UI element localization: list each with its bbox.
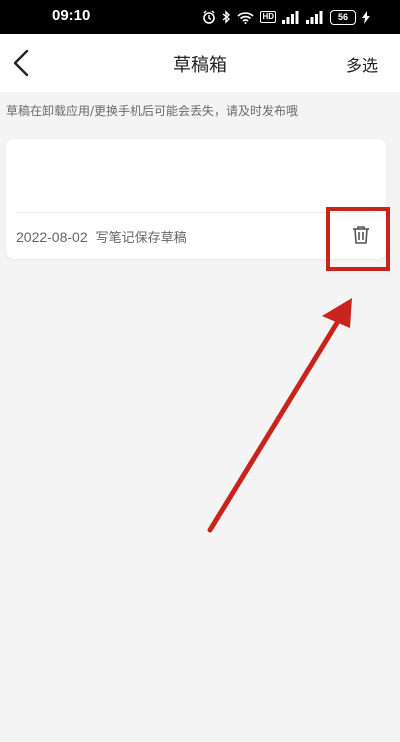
hd-icon: HD — [260, 11, 276, 23]
status-bar: 09:10 HD 56 — [0, 0, 400, 34]
signal-icon — [282, 10, 300, 24]
status-time: 09:10 — [52, 7, 91, 24]
charging-icon — [362, 10, 370, 24]
alarm-icon — [202, 10, 216, 24]
status-icons: HD 56 — [202, 7, 370, 27]
highlight-box — [326, 207, 390, 271]
multi-select-button[interactable]: 多选 — [346, 52, 378, 76]
nav-bar: 草稿箱 多选 — [0, 34, 400, 92]
draft-date: 2022-08-02 — [16, 229, 88, 245]
signal-icon — [306, 10, 324, 24]
wifi-icon — [237, 11, 255, 24]
notice-text: 草稿在卸载应用/更换手机后可能会丢失，请及时发布哦 — [6, 104, 299, 118]
battery-icon: 56 — [330, 9, 356, 25]
draft-label: 写笔记保存草稿 — [95, 231, 187, 246]
bluetooth-icon — [222, 10, 231, 24]
page-title: 草稿箱 — [173, 55, 227, 76]
drafts-content: 草稿在卸载应用/更换手机后可能会丢失，请及时发布哦 2022-08-02 写笔记保… — [0, 92, 400, 742]
draft-meta: 2022-08-02 写笔记保存草稿 — [16, 227, 187, 246]
card-divider — [16, 212, 376, 213]
